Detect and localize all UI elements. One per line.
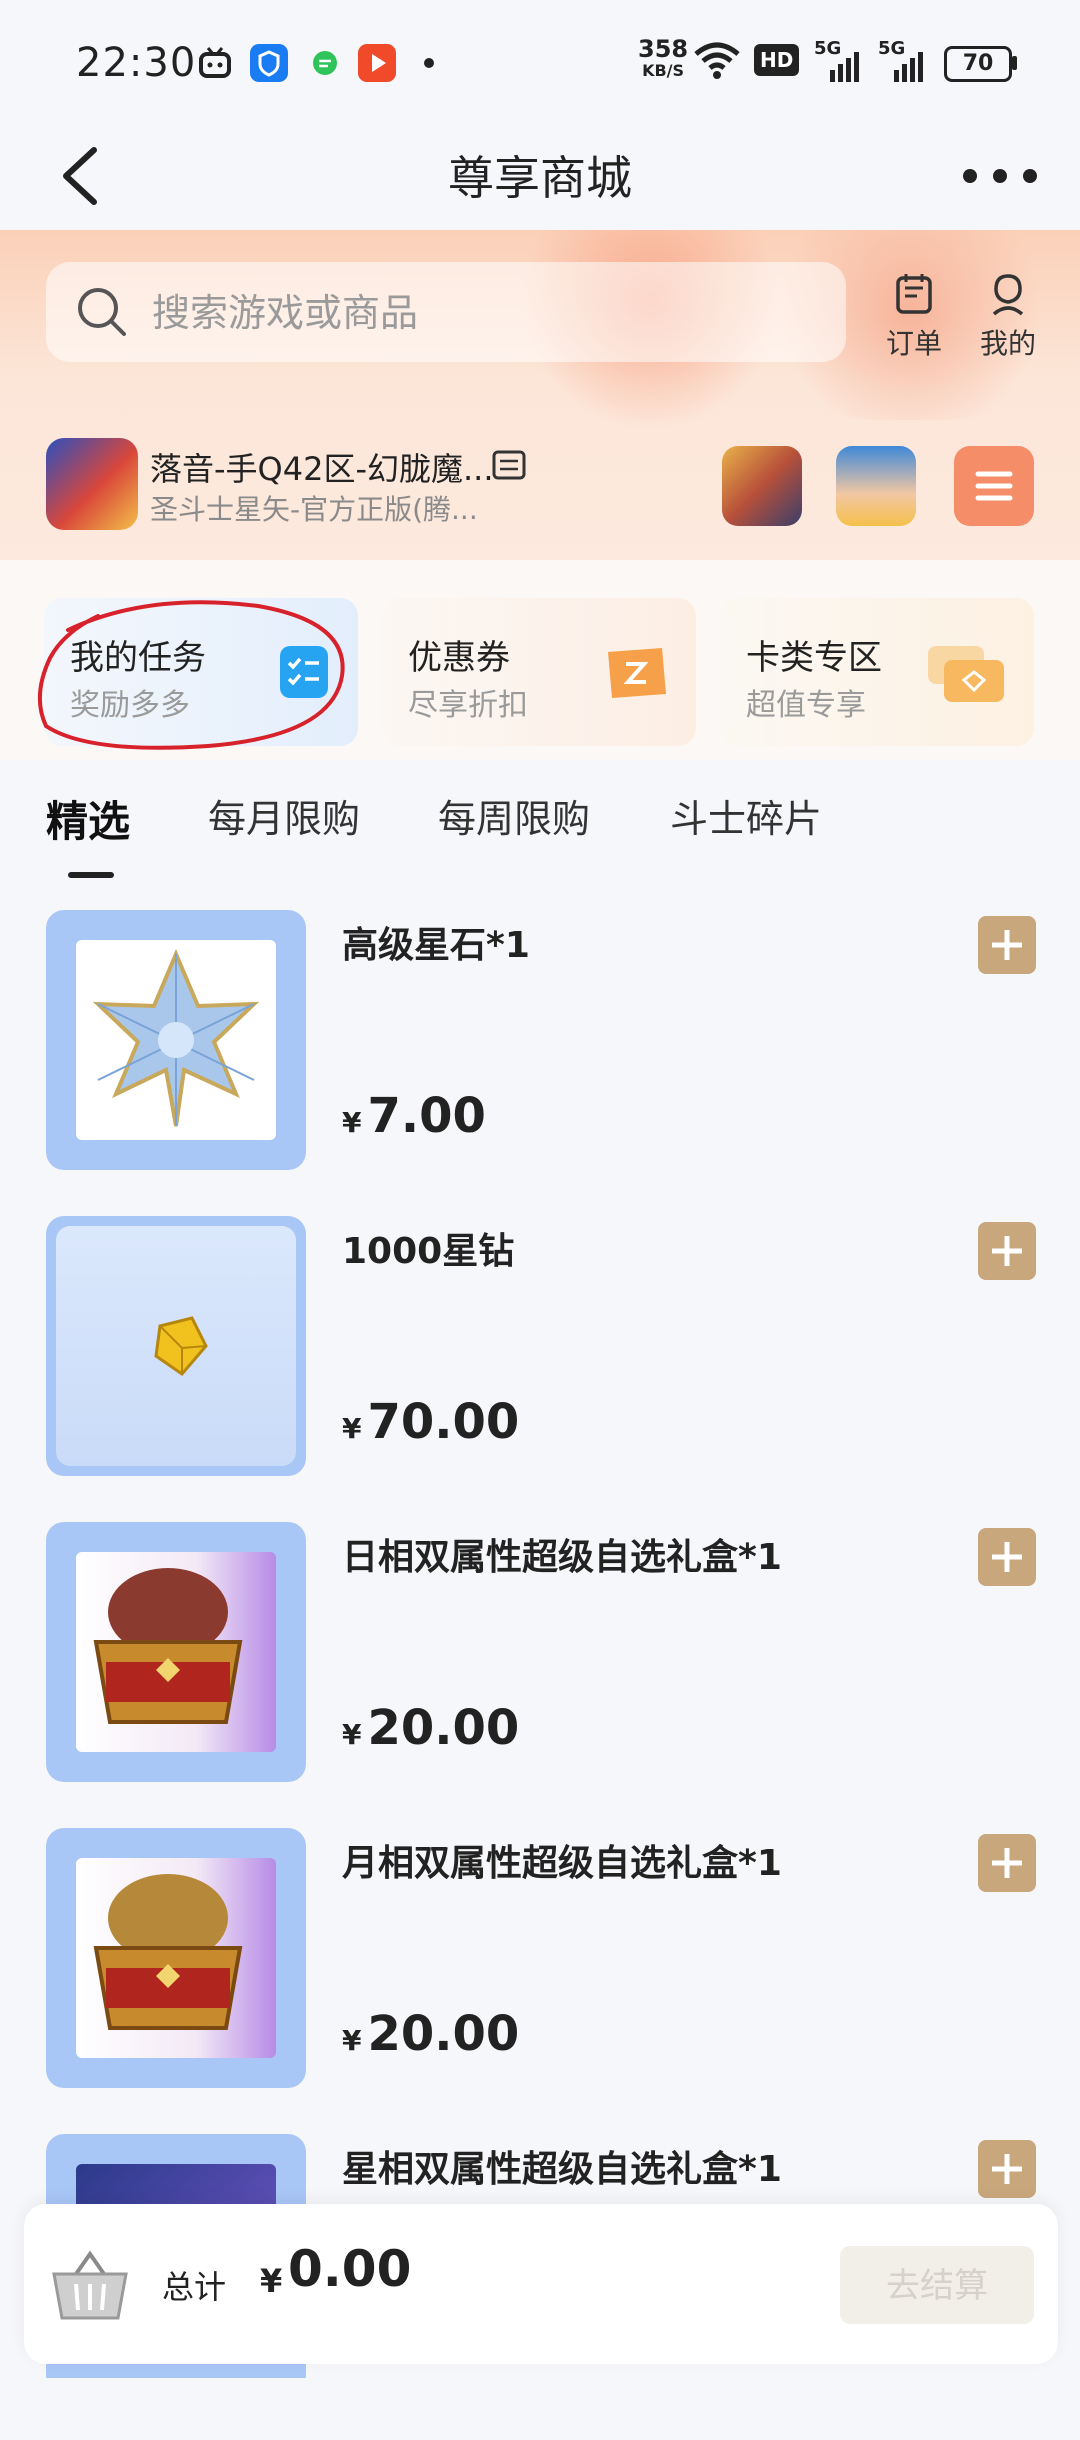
status-time: 22:30 bbox=[76, 40, 197, 86]
tab-weekly-limit[interactable]: 每周限购 bbox=[438, 788, 590, 843]
search-input[interactable] bbox=[150, 262, 794, 364]
coupons-card[interactable]: 优惠券 尽享折扣 bbox=[382, 598, 696, 746]
card-zone-card[interactable]: 卡类专区 超值专享 bbox=[720, 598, 1034, 746]
plus-icon bbox=[992, 930, 1022, 960]
game-icon-character[interactable] bbox=[836, 446, 916, 526]
menu-icon bbox=[975, 471, 1013, 501]
gift-card-icon bbox=[924, 642, 1008, 710]
total-label: 总计 bbox=[162, 2268, 227, 2306]
product-price: ¥70.00 bbox=[342, 1394, 520, 1450]
more-options-icon[interactable] bbox=[960, 156, 1040, 196]
search-icon bbox=[74, 284, 130, 340]
card-subtitle: 尽享折扣 bbox=[408, 688, 528, 723]
total-amount: 0.00 bbox=[288, 2240, 412, 2298]
product-item[interactable]: 日相双属性超级自选礼盒*1 ¥20.00 bbox=[0, 1522, 1080, 1828]
add-to-cart-button[interactable] bbox=[978, 2140, 1036, 2198]
tab-fighter-shards[interactable]: 斗士碎片 bbox=[670, 788, 822, 843]
server-name: 落音-手Q42区-幻胧魔... bbox=[150, 450, 494, 488]
card-title: 卡类专区 bbox=[746, 638, 882, 678]
category-tabs: 精选 每月限购 每周限购 斗士碎片 bbox=[0, 770, 1080, 880]
orders-label: 订单 bbox=[885, 327, 942, 360]
add-to-cart-button[interactable] bbox=[978, 1222, 1036, 1280]
product-thumbnail bbox=[46, 910, 306, 1170]
plus-icon bbox=[992, 2154, 1022, 2184]
battery-level: 70 bbox=[962, 51, 994, 76]
product-price: ¥20.00 bbox=[342, 1700, 520, 1756]
product-thumbnail bbox=[46, 1522, 306, 1782]
home-indicator-area bbox=[0, 2378, 1080, 2414]
product-price: ¥20.00 bbox=[342, 2006, 520, 2062]
plus-icon bbox=[992, 1236, 1022, 1266]
active-tab-indicator bbox=[68, 872, 114, 878]
orders-button[interactable]: 订单 bbox=[874, 272, 954, 362]
mine-button[interactable]: 我的 bbox=[968, 272, 1048, 362]
product-name: 高级星石*1 bbox=[342, 925, 530, 966]
annotation-circle bbox=[37, 600, 345, 750]
checkout-button[interactable]: 去结算 bbox=[840, 2246, 1034, 2324]
battery-icon: 70 bbox=[944, 46, 1012, 82]
product-thumbnail bbox=[46, 1216, 306, 1476]
switch-server-icon[interactable] bbox=[492, 450, 526, 480]
product-name: 1000星钻 bbox=[342, 1231, 515, 1272]
status-bar: 22:30 358 KB/S HD 5G 5G 70 bbox=[0, 0, 1080, 120]
star-stone-icon bbox=[92, 948, 260, 1127]
page-title: 尊享商城 bbox=[448, 151, 632, 205]
tab-featured[interactable]: 精选 bbox=[46, 788, 130, 849]
game-title: 圣斗士星矢-官方正版(腾... bbox=[150, 493, 478, 526]
product-image bbox=[76, 1858, 276, 2058]
add-to-cart-button[interactable] bbox=[978, 1528, 1036, 1586]
product-item[interactable]: 月相双属性超级自选礼盒*1 ¥20.00 bbox=[0, 1828, 1080, 2134]
user-icon bbox=[992, 274, 1024, 316]
nav-bar: 尊享商城 bbox=[0, 120, 1080, 230]
product-image bbox=[56, 1226, 296, 1466]
gift-chest-icon bbox=[93, 1568, 243, 1724]
product-name: 日相双属性超级自选礼盒*1 bbox=[342, 1537, 782, 1578]
search-bar[interactable] bbox=[46, 262, 846, 364]
total-currency: ¥ bbox=[260, 2262, 283, 2300]
add-to-cart-button[interactable] bbox=[978, 916, 1036, 974]
tv-app-icon bbox=[196, 44, 234, 82]
diamond-icon bbox=[154, 1316, 208, 1377]
product-image bbox=[76, 1552, 276, 1752]
product-name: 月相双属性超级自选礼盒*1 bbox=[342, 1843, 782, 1884]
hero-banner: 订单 我的 落音-手Q42区-幻胧魔... 圣斗士星矢-官方正版(腾... bbox=[0, 230, 1080, 560]
plus-icon bbox=[992, 1542, 1022, 1572]
card-subtitle: 超值专享 bbox=[746, 688, 866, 723]
chat-app-icon bbox=[306, 44, 344, 82]
product-item[interactable]: 1000星钻 ¥70.00 bbox=[0, 1216, 1080, 1522]
mine-label: 我的 bbox=[979, 327, 1036, 360]
game-menu-button[interactable] bbox=[954, 446, 1034, 526]
battery-tip bbox=[1012, 56, 1017, 70]
shield-app-icon bbox=[250, 44, 288, 82]
wifi-icon bbox=[692, 40, 742, 84]
product-name: 星相双属性超级自选礼盒*1 bbox=[342, 2149, 782, 2190]
plus-icon bbox=[992, 1848, 1022, 1878]
hd-badge: HD bbox=[754, 44, 800, 76]
coupon-icon bbox=[602, 642, 670, 706]
orders-icon bbox=[896, 274, 932, 314]
product-thumbnail bbox=[46, 1828, 306, 2088]
notification-dot bbox=[424, 58, 434, 68]
product-price: ¥7.00 bbox=[342, 1088, 486, 1144]
tab-monthly-limit[interactable]: 每月限购 bbox=[208, 788, 360, 843]
card-title: 优惠券 bbox=[408, 638, 510, 678]
shopping-basket-icon[interactable] bbox=[50, 2248, 130, 2328]
checkout-bar: 总计 ¥ 0.00 去结算 bbox=[24, 2204, 1058, 2364]
game-avatar bbox=[46, 438, 138, 530]
video-app-icon bbox=[358, 44, 396, 82]
game-icon-moba[interactable] bbox=[722, 446, 802, 526]
add-to-cart-button[interactable] bbox=[978, 1834, 1036, 1892]
current-game-row[interactable]: 落音-手Q42区-幻胧魔... 圣斗士星矢-官方正版(腾... bbox=[0, 430, 1080, 550]
gift-chest-icon bbox=[93, 1874, 243, 2030]
net-speed: 358 KB/S bbox=[638, 35, 689, 80]
product-image bbox=[76, 940, 276, 1140]
product-item[interactable]: 高级星石*1 ¥7.00 bbox=[0, 910, 1080, 1216]
